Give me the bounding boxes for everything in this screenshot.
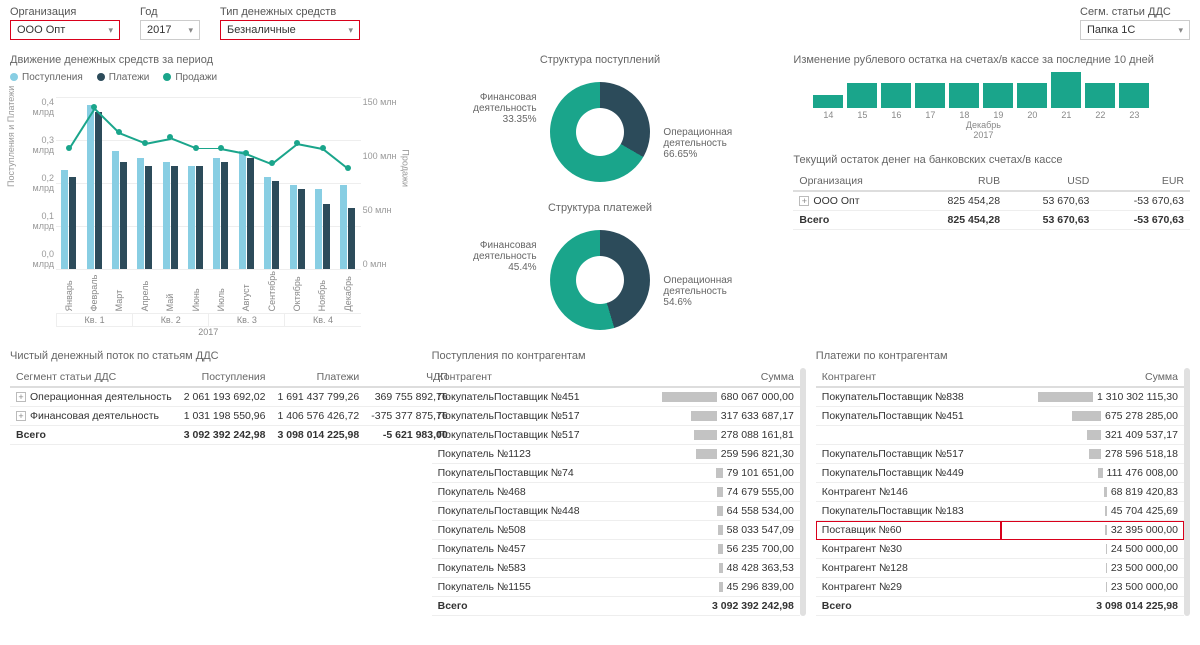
table-total-row: Всего 825 454,28 53 670,63 -53 670,63 <box>793 211 1190 230</box>
table-row[interactable]: ПокупательПоставщик №517317 633 687,17 <box>432 407 800 426</box>
table-row[interactable]: Покупатель №45756 235 700,00 <box>432 540 800 559</box>
filter-segment-label: Сегм. статьи ДДС <box>1080 6 1190 18</box>
table-row[interactable]: ПокупательПоставщик №517278 088 161,81 <box>432 426 800 445</box>
income-table[interactable]: Контрагент Сумма ПокупательПоставщик №45… <box>432 368 800 616</box>
filter-bar: Организация ООО Опт ▾ Год 2017 ▾ Тип ден… <box>0 0 1200 50</box>
table-row[interactable]: ПокупательПоставщик №517278 596 518,18 <box>816 445 1184 464</box>
cdp-panel: Чистый денежный поток по статьям ДДС Сег… <box>10 346 422 616</box>
cash-type-value: Безналичные <box>227 24 296 36</box>
yaxis-left-label: Поступления и Платежи <box>6 86 16 187</box>
movement-panel: Движение денежных средств за период Пост… <box>10 50 407 340</box>
chevron-down-icon: ▾ <box>348 25 353 36</box>
table-row[interactable]: Контрагент №3024 500 000,00 <box>816 540 1184 559</box>
filter-year: Год 2017 ▾ <box>140 6 200 40</box>
chevron-down-icon: ▾ <box>188 25 193 36</box>
table-row[interactable]: ПокупательПоставщик №44864 558 534,00 <box>432 502 800 521</box>
balance-change-xaxis: 14151617181920212223 <box>813 110 1190 120</box>
table-row[interactable]: ПокупательПоставщик №8381 310 302 115,30 <box>816 387 1184 407</box>
filter-org: Организация ООО Опт ▾ <box>10 6 120 40</box>
filter-cash-type: Тип денежных средств Безналичные ▾ <box>220 6 360 40</box>
structure-panel: Структура поступлений Финансовая деятель… <box>417 50 784 340</box>
year-select[interactable]: 2017 ▾ <box>140 20 200 40</box>
table-row[interactable]: Покупатель №50858 033 547,09 <box>432 521 800 540</box>
expand-icon[interactable]: + <box>16 392 26 402</box>
yaxis-right-label: Продажи <box>401 149 411 187</box>
plot-area <box>56 97 361 269</box>
table-row[interactable]: Покупатель №46874 679 555,00 <box>432 483 800 502</box>
filter-segment: Сегм. статьи ДДС Папка 1С ▾ <box>1080 6 1190 40</box>
legend-dot-out <box>97 73 105 81</box>
change-title: Изменение рублевого остатка на счетах/в … <box>793 54 1190 66</box>
yaxis-right: 150 млн100 млн50 млн0 млн <box>363 97 397 269</box>
filter-cash-type-label: Тип денежных средств <box>220 6 360 18</box>
movement-chart[interactable]: Поступления и Платежи Продажи 0,4 млрд0,… <box>10 87 407 317</box>
org-select-value: ООО Опт <box>17 24 65 36</box>
cdp-table[interactable]: Сегмент статьи ДДС Поступления Платежи Ч… <box>10 368 454 445</box>
yaxis-left: 0,4 млрд0,3 млрд0,2 млрд0,1 млрд0,0 млрд <box>20 97 54 269</box>
table-row[interactable]: +ООО Опт 825 454,28 53 670,63 -53 670,63 <box>793 191 1190 211</box>
struct-in-title: Структура поступлений <box>417 54 784 66</box>
table-row[interactable]: Контрагент №2923 500 000,00 <box>816 578 1184 597</box>
year-select-value: 2017 <box>147 24 171 36</box>
balance-title: Текущий остаток денег на банковских счет… <box>793 154 1190 166</box>
filter-org-label: Организация <box>10 6 120 18</box>
xaxis: ЯнварьФевральМартАпрельМайИюньИюльАвгуст… <box>56 271 361 317</box>
payments-panel: Платежи по контрагентам Контрагент Сумма… <box>816 346 1190 616</box>
payments-table[interactable]: Контрагент Сумма ПокупательПоставщик №83… <box>816 368 1184 616</box>
table-row[interactable]: +Финансовая деятельность1 031 198 550,96… <box>10 407 454 426</box>
expand-icon[interactable]: + <box>799 196 809 206</box>
balance-change-chart[interactable] <box>813 72 1190 108</box>
cash-type-select[interactable]: Безналичные ▾ <box>220 20 360 40</box>
struct-out-title: Структура платежей <box>417 202 784 214</box>
legend-dot-sales <box>163 73 171 81</box>
scrollbar[interactable] <box>1184 368 1190 616</box>
movement-title: Движение денежных средств за период <box>10 54 407 66</box>
org-select[interactable]: ООО Опт ▾ <box>10 20 120 40</box>
table-row[interactable]: Контрагент №14668 819 420,83 <box>816 483 1184 502</box>
table-row[interactable]: Контрагент №12823 500 000,00 <box>816 559 1184 578</box>
payments-title: Платежи по контрагентам <box>816 350 1190 362</box>
right-panel: Изменение рублевого остатка на счетах/в … <box>793 50 1190 340</box>
table-row[interactable]: ПокупательПоставщик №449111 476 008,00 <box>816 464 1184 483</box>
donut-out-chart[interactable]: Финансовая деятельность45.4% Операционна… <box>417 220 784 340</box>
table-row[interactable]: ПокупательПоставщик №451680 067 000,00 <box>432 387 800 407</box>
donut-in <box>550 82 650 182</box>
table-row[interactable]: Покупатель №58348 428 363,53 <box>432 559 800 578</box>
income-title: Поступления по контрагентам <box>432 350 806 362</box>
segment-value: Папка 1С <box>1087 24 1135 36</box>
table-row[interactable]: 321 409 537,17 <box>816 426 1184 445</box>
table-row[interactable]: ПокупательПоставщик №7479 101 651,00 <box>432 464 800 483</box>
filter-year-label: Год <box>140 6 200 18</box>
chart-legend: Поступления Платежи Продажи <box>10 72 407 83</box>
donut-in-chart[interactable]: Финансовая деятельность33.35% Операционн… <box>417 72 784 192</box>
table-row[interactable]: Покупатель №115545 296 839,00 <box>432 578 800 597</box>
table-row[interactable]: Покупатель №1123259 596 821,30 <box>432 445 800 464</box>
dashboard-row: Движение денежных средств за период Пост… <box>0 50 1200 340</box>
balance-table[interactable]: Организация RUB USD EUR +ООО Опт 825 454… <box>793 172 1190 230</box>
donut-out <box>550 230 650 330</box>
table-row[interactable]: ПокупательПоставщик №18345 704 425,69 <box>816 502 1184 521</box>
table-row[interactable]: Поставщик №6032 395 000,00 <box>816 521 1184 540</box>
bottom-tables: Чистый денежный поток по статьям ДДС Сег… <box>0 346 1200 616</box>
expand-icon[interactable]: + <box>16 411 26 421</box>
scrollbar[interactable] <box>800 368 806 616</box>
chevron-down-icon: ▾ <box>108 25 113 36</box>
table-row[interactable]: ПокупательПоставщик №451675 278 285,00 <box>816 407 1184 426</box>
income-panel: Поступления по контрагентам Контрагент С… <box>432 346 806 616</box>
chevron-down-icon: ▾ <box>1178 25 1183 36</box>
cdp-title: Чистый денежный поток по статьям ДДС <box>10 350 422 362</box>
table-row[interactable]: +Операционная деятельность2 061 193 692,… <box>10 387 454 407</box>
segment-select[interactable]: Папка 1С ▾ <box>1080 20 1190 40</box>
legend-dot-in <box>10 73 18 81</box>
